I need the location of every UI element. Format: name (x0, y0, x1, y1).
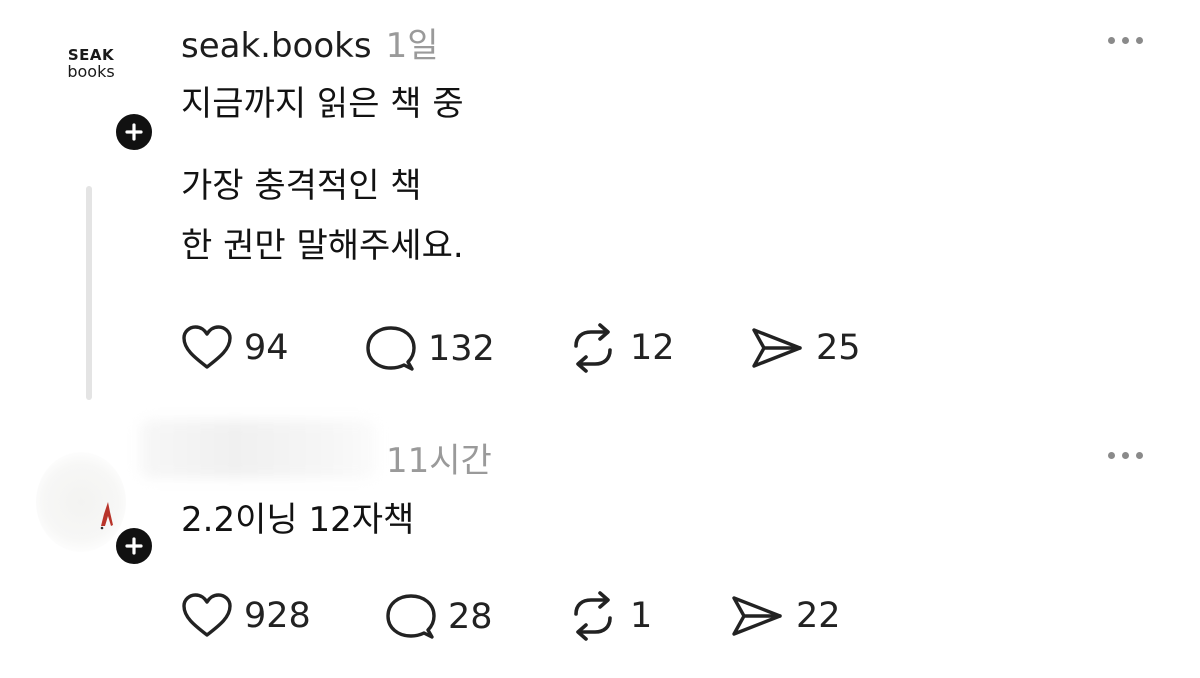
post-time[interactable]: 1일 (386, 18, 439, 67)
like-button[interactable]: 928 (180, 592, 311, 640)
more-icon[interactable] (1108, 37, 1143, 44)
plus-icon (125, 537, 143, 555)
share-count: 25 (816, 328, 861, 368)
share-button[interactable]: 22 (728, 592, 841, 640)
repost-icon (574, 591, 612, 641)
post-text-line: 2.2이닝 12자책 (181, 500, 415, 540)
repost-count: 12 (630, 328, 675, 368)
post-text-line: 지금까지 읽은 책 중 (181, 84, 464, 124)
share-icon (732, 596, 782, 636)
avatar-logo-text-top: SEAK (67, 46, 115, 64)
repost-button[interactable]: 12 (566, 322, 675, 374)
post-time[interactable]: 11시간 (386, 433, 492, 482)
comment-count: 28 (448, 597, 493, 637)
heart-icon (182, 325, 232, 369)
repost-button[interactable]: 1 (566, 590, 652, 642)
avatar[interactable]: SEAK books (52, 48, 130, 108)
post-text-line: 가장 충격적인 책 (181, 166, 422, 206)
comment-count: 132 (428, 329, 495, 369)
post-text-line: 한 권만 말해주세요. (181, 226, 464, 266)
like-count: 94 (244, 328, 289, 368)
share-button[interactable]: 25 (748, 324, 861, 372)
avatar-image (100, 502, 113, 530)
comment-button[interactable]: 132 (364, 324, 495, 374)
repost-count: 1 (630, 596, 653, 636)
follow-button[interactable] (113, 111, 155, 153)
thread-line (86, 186, 92, 400)
avatar[interactable] (36, 452, 126, 552)
comment-icon (366, 326, 416, 371)
repost-icon (574, 323, 612, 373)
username-redacted[interactable] (140, 420, 376, 478)
avatar-logo-text-bottom: books (67, 62, 115, 81)
comment-icon (386, 594, 436, 639)
like-count: 928 (244, 596, 311, 636)
share-count: 22 (796, 596, 841, 636)
plus-icon (125, 123, 143, 141)
more-icon[interactable] (1108, 452, 1143, 459)
comment-button[interactable]: 28 (384, 592, 493, 642)
heart-icon (182, 593, 232, 637)
share-icon (752, 328, 802, 368)
follow-button[interactable] (113, 525, 155, 567)
like-button[interactable]: 94 (180, 324, 289, 372)
username[interactable]: seak.books (181, 26, 372, 66)
